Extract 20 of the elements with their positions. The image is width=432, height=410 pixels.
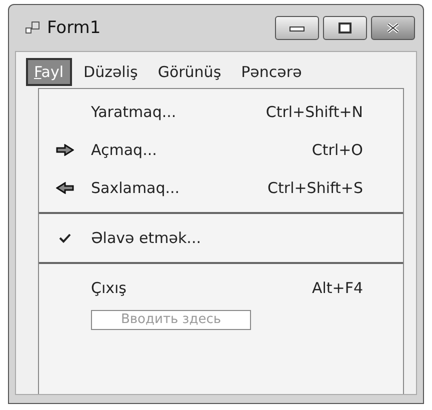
form-icon: [25, 21, 41, 35]
window-title: Form1: [47, 18, 101, 38]
menu-item[interactable]: Düzəliş: [76, 58, 146, 86]
close-button[interactable]: [371, 16, 415, 40]
arrow-right-icon: [56, 144, 74, 156]
type-here-field[interactable]: Вводить здесь: [91, 310, 251, 330]
menu-entry[interactable]: Yaratmaq... Ctrl+Shift+N: [39, 93, 403, 131]
menu-item[interactable]: Görünüş: [150, 58, 230, 86]
minimize-button[interactable]: [275, 16, 319, 40]
menu-item[interactable]: Fayl: [26, 58, 72, 86]
close-icon: [385, 22, 401, 34]
menu-entry[interactable]: Çıxış Alt+F4: [39, 269, 403, 307]
menu-entry[interactable]: Açmaq... Ctrl+O: [39, 131, 403, 169]
maximize-icon: [338, 22, 352, 34]
menu-entry[interactable]: Saxlamaq... Ctrl+Shift+S: [39, 169, 403, 207]
menu-entry[interactable]: Əlavə etmək...: [39, 219, 403, 257]
arrow-left-icon: [56, 182, 74, 194]
minimize-icon: [289, 24, 305, 32]
maximize-button[interactable]: [323, 16, 367, 40]
menu-item[interactable]: Pəncərə: [233, 58, 310, 86]
